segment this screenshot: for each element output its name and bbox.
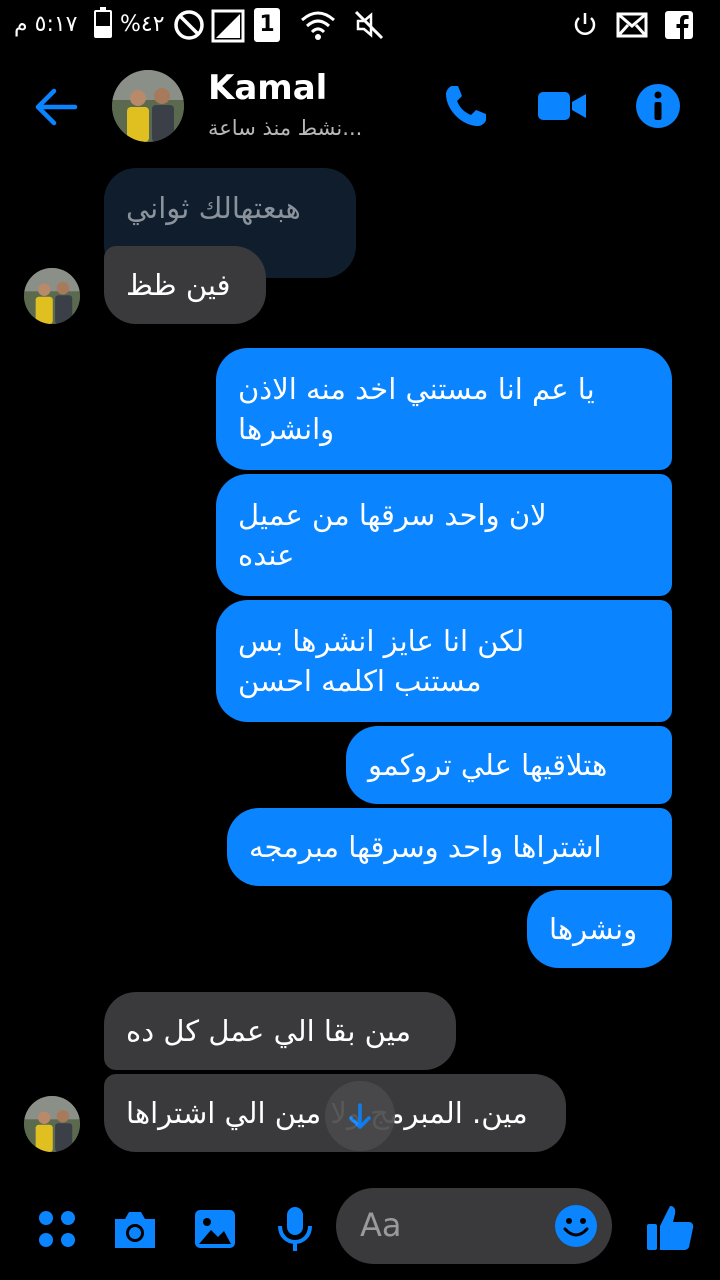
battery-percent: %٤٢ bbox=[120, 12, 165, 37]
apps-icon[interactable] bbox=[32, 1204, 82, 1254]
avatar-photo bbox=[24, 268, 80, 324]
avatar-photo bbox=[24, 1096, 80, 1152]
message-bubble-outgoing[interactable]: لان واحد سرقها من عميل عنده bbox=[216, 474, 672, 596]
power-icon bbox=[574, 13, 596, 35]
camera-icon[interactable] bbox=[110, 1204, 160, 1254]
thumbs-up-icon[interactable] bbox=[644, 1202, 696, 1254]
message-bubble-outgoing[interactable]: يا عم انا مستني اخد منه الاذن وانشرها bbox=[216, 348, 672, 470]
sim-badge: 1 bbox=[254, 8, 280, 42]
active-status: نشط منذ ساعة... bbox=[208, 116, 363, 140]
message-line: عنده bbox=[238, 538, 295, 572]
gallery-icon[interactable] bbox=[190, 1204, 240, 1254]
message-bubble-outgoing[interactable]: ونشرها bbox=[527, 890, 672, 968]
arrow-down-icon bbox=[349, 1103, 371, 1129]
mic-icon[interactable] bbox=[270, 1204, 320, 1254]
back-arrow-icon[interactable] bbox=[30, 82, 80, 132]
do-not-disturb-icon bbox=[174, 10, 204, 40]
status-bar: ٥:١٧ م %٤٢ 1 bbox=[0, 0, 720, 52]
email-icon bbox=[616, 12, 648, 38]
message-input[interactable]: Aa bbox=[336, 1188, 612, 1264]
phone-icon[interactable] bbox=[440, 80, 492, 132]
message-bubble-incoming[interactable]: فين ظظ bbox=[104, 246, 266, 324]
video-icon[interactable] bbox=[536, 80, 588, 132]
avatar-photo bbox=[112, 70, 184, 142]
message-bubble-outgoing[interactable]: هتلاقيها علي تروكمو bbox=[346, 726, 672, 804]
composer-bar: Aa bbox=[0, 1180, 720, 1280]
facebook-icon bbox=[665, 11, 693, 39]
scroll-to-bottom-button[interactable] bbox=[325, 1081, 395, 1151]
status-time: ٥:١٧ م bbox=[14, 12, 78, 37]
sender-avatar bbox=[24, 1096, 80, 1152]
message-line: مستنب اكلمه احسن bbox=[238, 664, 482, 698]
message-line: يا عم انا مستني اخد منه الاذن bbox=[238, 372, 595, 406]
info-icon[interactable] bbox=[632, 80, 684, 132]
battery-icon bbox=[94, 7, 112, 38]
message-line: لان واحد سرقها من عميل bbox=[238, 498, 547, 532]
contact-name[interactable]: Kamal bbox=[208, 68, 327, 108]
emoji-icon[interactable] bbox=[554, 1204, 598, 1248]
contact-avatar[interactable] bbox=[112, 70, 184, 142]
message-bubble-outgoing[interactable]: اشتراها واحد وسرقها مبرمجه bbox=[227, 808, 672, 886]
no-signal-icon bbox=[211, 9, 245, 43]
conversation-header: Kamal نشط منذ ساعة... bbox=[0, 52, 720, 158]
message-input-placeholder: Aa bbox=[360, 1206, 402, 1244]
mute-icon bbox=[354, 10, 384, 40]
message-bubble-outgoing[interactable]: لكن انا عايز انشرها بس مستنب اكلمه احسن bbox=[216, 600, 672, 722]
message-line: لكن انا عايز انشرها بس bbox=[238, 624, 525, 658]
wifi-icon bbox=[301, 11, 335, 40]
sender-avatar bbox=[24, 268, 80, 324]
message-bubble-incoming[interactable]: مين بقا الي عمل كل ده bbox=[104, 992, 456, 1070]
message-line: وانشرها bbox=[238, 412, 335, 446]
